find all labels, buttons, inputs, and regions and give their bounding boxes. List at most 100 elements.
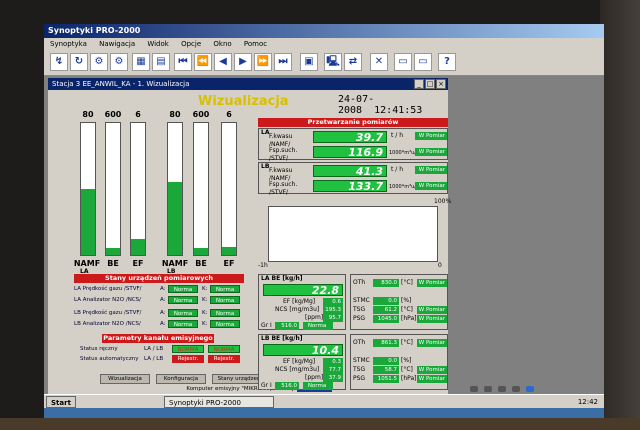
- menu-synoptyka[interactable]: Synoptyka: [50, 40, 87, 48]
- ppm-value: 37.9: [323, 374, 343, 382]
- status-badge: NORMA: [208, 345, 240, 353]
- start-button[interactable]: Start: [46, 396, 76, 408]
- desk: [0, 418, 640, 430]
- computer-icon[interactable]: 🖳: [324, 53, 342, 71]
- table-row: Status ręczny LA / LB NORMA NORMA: [74, 345, 244, 354]
- menu-nawigacja[interactable]: Nawigacja: [99, 40, 135, 48]
- tab-wizualizacja[interactable]: Wizualizacja: [100, 374, 150, 384]
- row-key: LA / LB: [144, 356, 164, 362]
- field-label: STMC: [353, 297, 370, 304]
- window-icon[interactable]: ▭: [394, 53, 412, 71]
- print-icon[interactable]: ▤: [152, 53, 170, 71]
- bar-label: BE: [195, 259, 207, 268]
- a-label: A:: [160, 297, 166, 303]
- refresh-icon[interactable]: ↻: [70, 53, 88, 71]
- next-icon[interactable]: ▶: [234, 53, 252, 71]
- w-pomiar-button[interactable]: W Pomiar: [417, 306, 447, 314]
- w-pomiar-button[interactable]: W Pomiar: [415, 132, 447, 140]
- bar-la-namf: [80, 122, 96, 256]
- monitor-logo: LG: [262, 386, 270, 393]
- status-badge: Rejestr.: [208, 355, 240, 363]
- close-icon[interactable]: ×: [436, 79, 446, 89]
- w-pomiar-button[interactable]: W Pomiar: [417, 315, 447, 323]
- w-pomiar-button[interactable]: W Pomiar: [417, 366, 447, 374]
- window2-icon[interactable]: ▭: [414, 53, 432, 71]
- status-badge: Norma: [210, 285, 240, 293]
- la-measurement-block: LA F.kwasu /NAMF/ 39.7 t / h W Pomiar Fs…: [258, 128, 448, 162]
- monitor-button-icon[interactable]: [512, 386, 520, 392]
- date: 24-07-2008: [338, 94, 375, 116]
- prev-icon[interactable]: ◀: [214, 53, 232, 71]
- oth-value: 861.3: [373, 339, 399, 347]
- tool-icon[interactable]: ⚙: [90, 53, 108, 71]
- parametry-header: Parametry kanału emisyjnego: [102, 334, 214, 343]
- lb-process-block: OTh 861.3 [°C] W Pomiar STMC 0.0 [%] TSG…: [350, 334, 448, 390]
- w-pomiar-button[interactable]: W Pomiar: [417, 375, 447, 383]
- minimize-icon[interactable]: _: [414, 79, 424, 89]
- menu-opcje[interactable]: Opcje: [181, 40, 201, 48]
- calc-icon[interactable]: ▣: [300, 53, 318, 71]
- field-label: Fsp.such. /STVF/: [269, 147, 298, 162]
- monitor-button-icon[interactable]: [484, 386, 492, 392]
- taskbar-app[interactable]: Synoptyki PRO-2000: [164, 396, 274, 408]
- field-label: Gr I: [261, 322, 272, 329]
- monitor-button-icon[interactable]: [498, 386, 506, 392]
- field-label: EF [kg/Mg]: [283, 298, 316, 305]
- oth-value: 830.0: [373, 279, 399, 287]
- menu-okno[interactable]: Okno: [213, 40, 231, 48]
- prev-fast-icon[interactable]: ⏪: [194, 53, 212, 71]
- bar-lb-ef: [221, 122, 237, 256]
- ncs-value: 77.7: [323, 366, 343, 374]
- trend-left-label: -1h: [258, 262, 268, 269]
- w-pomiar-button[interactable]: W Pomiar: [415, 182, 447, 190]
- visualization-window: Stacja 3 EE_ANWIL_KA - 1. Wizualizacja _…: [48, 78, 451, 394]
- unit-label: t / h: [391, 132, 403, 139]
- table-row: Status automatyczny LA / LB Rejestr. Rej…: [74, 355, 244, 364]
- table-row: LB Analizator N2O /NCS/ A: Norma K: Norm…: [74, 320, 244, 329]
- a-label: A:: [160, 321, 166, 327]
- block-title: LB BE [kg/h]: [261, 335, 303, 342]
- bar-fill: [222, 247, 236, 255]
- network-icon[interactable]: ⇄: [344, 53, 362, 71]
- psg-value: 1051.5: [373, 375, 399, 383]
- table-row: LA Prędkość gazu /STVF/ A: Norma K: Norm…: [74, 285, 244, 294]
- page-title: Wizualizacja: [198, 94, 289, 109]
- help-icon[interactable]: ?: [438, 53, 456, 71]
- field-label: OTh: [353, 279, 366, 286]
- power-icon[interactable]: [526, 386, 534, 392]
- unit-label: t / h: [391, 166, 403, 173]
- grid-icon[interactable]: ▦: [132, 53, 150, 71]
- monitor-button-icon[interactable]: [470, 386, 478, 392]
- w-pomiar-button[interactable]: W Pomiar: [415, 148, 447, 156]
- field-label: TSG: [353, 306, 366, 313]
- gr-value: 516.0: [275, 322, 299, 330]
- bar-max-1: 80: [82, 110, 94, 119]
- status-badge: Norma: [168, 285, 198, 293]
- field-label: [ppm]: [305, 314, 324, 321]
- status-badge: Norma: [168, 309, 198, 317]
- menu-pomoc[interactable]: Pomoc: [244, 40, 267, 48]
- w-pomiar-button[interactable]: W Pomiar: [417, 279, 447, 287]
- ef-value: 0.6: [323, 298, 343, 306]
- arrow-icon[interactable]: ↯: [50, 53, 68, 71]
- status-badge: Norma: [210, 320, 240, 328]
- tool2-icon[interactable]: ⚙: [110, 53, 128, 71]
- last-icon[interactable]: ⏭: [274, 53, 292, 71]
- tools-icon[interactable]: ✕: [370, 53, 388, 71]
- gr-value: 516.0: [275, 382, 299, 390]
- bar-max-6: 6: [226, 110, 232, 119]
- maximize-icon[interactable]: □: [425, 79, 435, 89]
- stmc-value: 0.0: [373, 297, 399, 305]
- row-label: LB Prędkość gazu /STVF/: [74, 310, 142, 316]
- status-badge: Norma: [210, 309, 240, 317]
- tab-konfiguracja[interactable]: Konfiguracja: [156, 374, 206, 384]
- bar-gauges: 80 600 6 80 600 6 NAMF BE EF NAMF BE EF …: [74, 110, 254, 275]
- bar-fill: [131, 239, 145, 255]
- w-pomiar-button[interactable]: W Pomiar: [415, 166, 447, 174]
- first-icon[interactable]: ⏮: [174, 53, 192, 71]
- next-fast-icon[interactable]: ⏩: [254, 53, 272, 71]
- menu-widok[interactable]: Widok: [147, 40, 169, 48]
- trend-chart: [268, 206, 438, 262]
- time: 12:41:53: [374, 105, 423, 116]
- w-pomiar-button[interactable]: W Pomiar: [417, 339, 447, 347]
